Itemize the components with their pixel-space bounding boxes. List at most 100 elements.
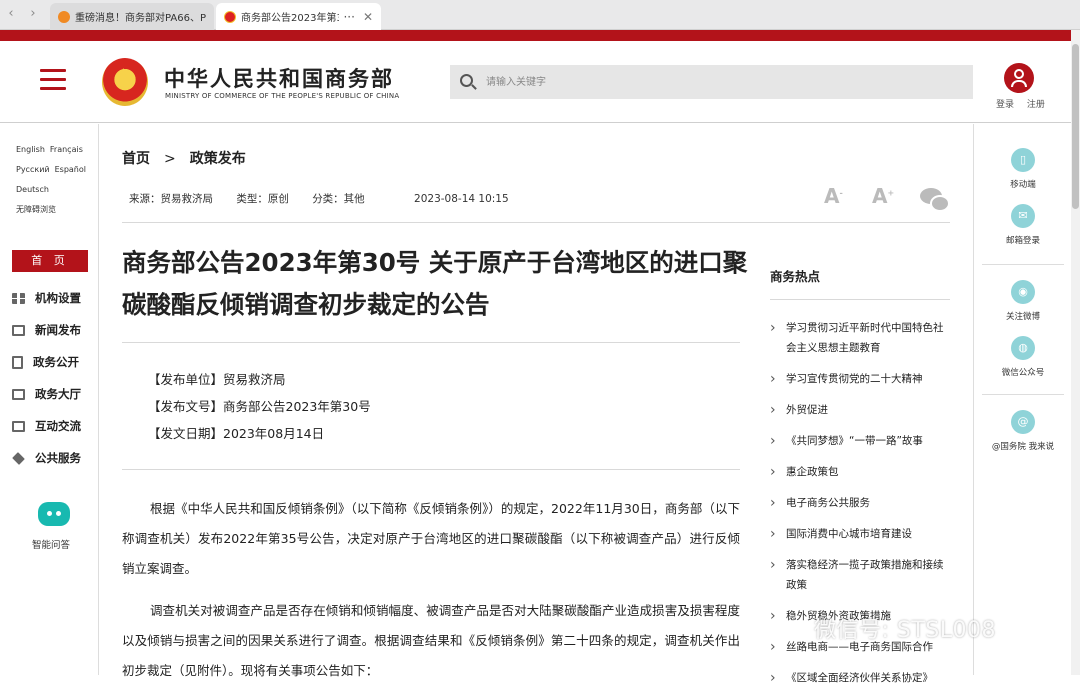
tab-title: 商务部公告2023年第30 [241, 13, 340, 24]
search-input[interactable] [486, 65, 956, 99]
at-icon: @ [1011, 410, 1035, 434]
lang-spanish[interactable]: Español [55, 165, 86, 174]
tab-title: 重磅消息！商务部对PA66、PPS等 [75, 13, 206, 24]
search-bar [450, 65, 973, 99]
emblem-favicon-icon [224, 10, 236, 23]
font-decrease-icon[interactable]: A- [824, 184, 843, 208]
nav-item-hall[interactable]: 政务大厅 [12, 378, 98, 410]
weibo-icon: ◉ [1011, 280, 1035, 304]
document-icon [12, 355, 23, 369]
paragraph: 根据《中华人民共和国反倾销条例》（以下简称《反倾销条例》）的规定，2022年11… [122, 501, 740, 576]
breadcrumb-separator: > [164, 151, 176, 167]
hot-topics-title: 商务热点 [770, 269, 821, 284]
publication-info: 【发布单位】贸易救济局 【发布文号】商务部公告2023年第30号 【发文日期】2… [148, 366, 371, 447]
divider [982, 394, 1064, 395]
login-links: 登录 注册 [996, 97, 1055, 110]
register-link[interactable]: 注册 [1027, 100, 1045, 110]
site-favicon-icon [58, 10, 70, 23]
chat-icon [12, 420, 25, 432]
org-icon [12, 292, 25, 304]
wechat-icon: ◍ [1011, 336, 1035, 360]
robot-icon[interactable] [38, 502, 70, 526]
hot-topic-link[interactable]: 《共同梦想》“一带一路”故事 [770, 431, 950, 451]
watermark-text: 微信号: STSL008 [814, 618, 997, 643]
right-sidebar: ▯ 移动端 ✉ 邮箱登录 ◉ 关注微博 ◍ 微信公众号 @ @国务院 我来说 [973, 124, 1071, 675]
font-increase-icon[interactable]: A+ [872, 184, 894, 208]
meta-category: 分类：其他 [312, 193, 365, 205]
breadcrumb-home[interactable]: 首页 [122, 151, 150, 167]
user-icon[interactable] [1004, 63, 1034, 93]
divider [122, 469, 740, 470]
services-icon [12, 451, 25, 465]
assistant-label[interactable]: 智能问答 [32, 537, 70, 551]
hot-topic-link[interactable]: 落实稳经济一揽子政策措施和接续政策 [770, 555, 950, 595]
site-header: ★ 中华人民共和国商务部 MINISTRY OF COMMERCE OF THE… [0, 41, 1071, 123]
left-sidebar: English Français Русский Español Deutsch 无… [0, 124, 99, 675]
weibo-link[interactable]: ◉ 关注微博 [974, 280, 1072, 322]
divider [122, 342, 740, 343]
monitor-icon [12, 388, 25, 400]
divider [770, 299, 950, 300]
pub-date: 【发文日期】2023年08月14日 [148, 426, 325, 441]
lang-russian[interactable]: Русский [16, 165, 50, 174]
pub-unit: 【发布单位】贸易救济局 [148, 372, 286, 387]
nav-item-services[interactable]: 公共服务 [12, 442, 98, 474]
nav-item-disclosure[interactable]: 政务公开 [12, 346, 98, 378]
more-icon[interactable]: ··· [343, 10, 354, 24]
mail-icon: ✉ [1011, 204, 1035, 228]
forward-arrow-icon[interactable]: › [26, 6, 40, 21]
article-body: 根据《中华人民共和国反倾销条例》（以下简称《反倾销条例》）的规定，2022年11… [122, 494, 740, 698]
meta-datetime: 2023-08-14 10:15 [414, 193, 509, 205]
browser-tab-1[interactable]: 重磅消息！商务部对PA66、PPS等 [50, 3, 214, 30]
hot-topic-link[interactable]: 学习宣传贯彻党的二十大精神 [770, 369, 950, 389]
lang-french[interactable]: Français [50, 145, 83, 154]
home-button[interactable]: 首 页 [12, 250, 88, 272]
hot-topic-link[interactable]: 《区域全面经济伙伴关系协定》 [770, 668, 950, 688]
state-council-link[interactable]: @ @国务院 我来说 [974, 410, 1072, 452]
article-title: 商务部公告2023年第30号 关于原产于台湾地区的进口聚碳酸酯反倾销调查初步裁定… [122, 248, 748, 319]
article-tools: A- A+ [824, 184, 950, 212]
hot-topic-link[interactable]: 国际消费中心城市培育建设 [770, 524, 950, 544]
browser-tab-2[interactable]: 商务部公告2023年第30 ··· ✕ [216, 3, 381, 30]
divider [982, 264, 1064, 265]
hamburger-menu-icon[interactable] [40, 69, 66, 91]
meta-type: 类型：原创 [236, 193, 289, 205]
wechat-share-icon[interactable] [920, 188, 950, 212]
mobile-icon: ▯ [1011, 148, 1035, 172]
hot-topic-link[interactable]: 电子商务公共服务 [770, 493, 950, 513]
hot-topic-link[interactable]: 惠企政策包 [770, 462, 950, 482]
site-name-en: MINISTRY OF COMMERCE OF THE PEOPLE'S REP… [165, 92, 400, 100]
browser-tab-bar: ‹ › 重磅消息！商务部对PA66、PPS等 商务部公告2023年第30 ···… [0, 0, 1080, 30]
paragraph: 调查机关对被调查产品是否存在倾销和倾销幅度、被调查产品是否对大陆聚碳酸酯产业造成… [122, 603, 740, 678]
lang-english[interactable]: English [16, 145, 45, 154]
meta-source: 来源：贸易救济局 [129, 193, 213, 205]
wechat-account-link[interactable]: ◍ 微信公众号 [974, 336, 1072, 378]
nav-item-interaction[interactable]: 互动交流 [12, 410, 98, 442]
divider [122, 222, 950, 223]
hot-topic-link[interactable]: 学习贯彻习近平新时代中国特色社会主义思想主题教育 [770, 318, 950, 358]
left-nav: 机构设置 新闻发布 政务公开 政务大厅 互动交流 公共服务 [12, 282, 98, 474]
search-icon[interactable] [460, 74, 473, 87]
page-scrollbar[interactable] [1071, 30, 1080, 675]
lang-german[interactable]: Deutsch [16, 185, 49, 194]
back-arrow-icon[interactable]: ‹ [4, 6, 18, 21]
pub-number: 【发布文号】商务部公告2023年第30号 [148, 399, 371, 414]
mobile-link[interactable]: ▯ 移动端 [974, 148, 1072, 190]
site-name-cn[interactable]: 中华人民共和国商务部 [164, 63, 394, 93]
breadcrumb: 首页 > 政策发布 [122, 148, 246, 168]
top-red-strip [0, 30, 1071, 41]
news-icon [12, 324, 25, 336]
hot-topic-link[interactable]: 外贸促进 [770, 400, 950, 420]
article-meta: 来源：贸易救济局 类型：原创 分类：其他 2023-08-14 10:15 [129, 191, 529, 206]
login-link[interactable]: 登录 [996, 100, 1014, 110]
scrollbar-thumb[interactable] [1072, 44, 1079, 209]
nav-item-news[interactable]: 新闻发布 [12, 314, 98, 346]
language-links: English Français Русский Español Deutsch 无… [0, 124, 98, 220]
breadcrumb-policy[interactable]: 政策发布 [190, 151, 246, 167]
close-tab-icon[interactable]: ✕ [363, 10, 373, 24]
nav-item-org[interactable]: 机构设置 [12, 282, 98, 314]
mail-login-link[interactable]: ✉ 邮箱登录 [974, 204, 1072, 246]
accessibility-link[interactable]: 无障碍浏览 [16, 205, 56, 214]
national-emblem-logo[interactable]: ★ [102, 58, 148, 106]
main-content: 首页 > 政策发布 来源：贸易救济局 类型：原创 分类：其他 2023-08-14 … [100, 124, 972, 688]
